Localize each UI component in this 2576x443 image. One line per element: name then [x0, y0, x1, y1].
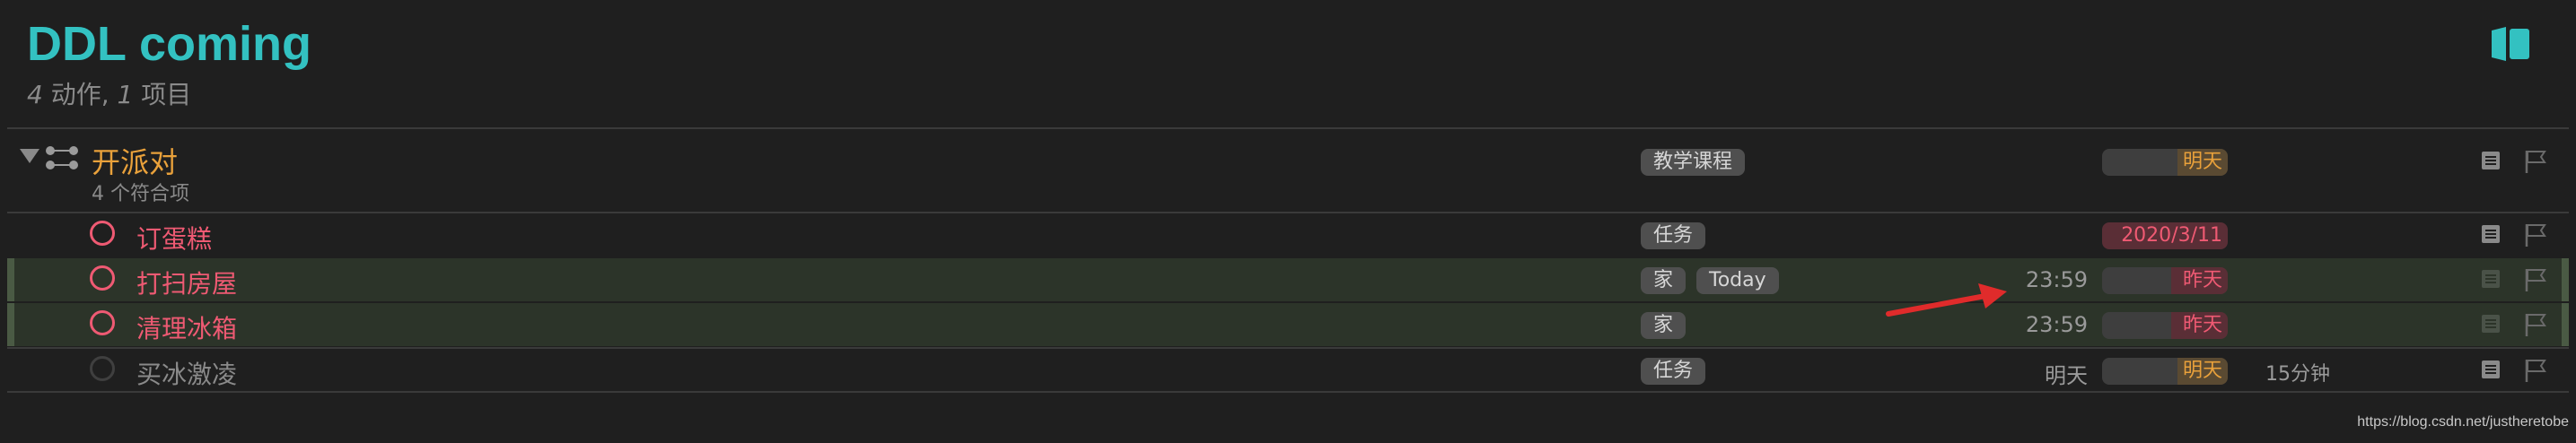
flag-icon[interactable] [2524, 358, 2547, 383]
triangle-down-icon[interactable] [20, 149, 39, 163]
project-due[interactable]: 明天 [2102, 149, 2228, 176]
note-icon[interactable] [2481, 314, 2501, 334]
task-title[interactable]: 清理冰箱 [136, 309, 237, 345]
task-tag[interactable]: 任务 [1641, 358, 1706, 385]
note-icon[interactable] [2481, 269, 2501, 289]
task-row[interactable]: 买冰激凌 任务 明天 明天 15分钟 [7, 349, 2569, 392]
task-checkbox[interactable] [90, 356, 115, 381]
task-title[interactable]: 买冰激凌 [136, 355, 237, 391]
sequential-project-icon [46, 146, 78, 169]
flag-icon[interactable] [2524, 149, 2547, 174]
project-title[interactable]: 开派对 [92, 140, 178, 181]
action-count: 4 [27, 80, 43, 109]
task-tag[interactable]: 家 [1641, 267, 1687, 294]
task-estimate[interactable]: 15分钟 [2265, 358, 2330, 387]
task-row[interactable]: 打扫房屋 家 Today 23:59 昨天 [7, 258, 2569, 301]
header-divider [7, 127, 2569, 129]
project-tag[interactable]: 教学课程 [1641, 149, 1746, 176]
task-time: 23:59 [2025, 267, 2088, 292]
perspective-subtitle: 4 动作, 1 项目 [27, 75, 191, 111]
row-divider [7, 391, 2569, 393]
sidebar-toggle-icon[interactable] [2488, 25, 2533, 63]
note-icon[interactable] [2481, 360, 2501, 379]
actions-label: 动作, [42, 80, 118, 109]
task-checkbox[interactable] [90, 310, 115, 335]
task-due[interactable]: 2020/3/11 [2102, 222, 2228, 249]
task-due[interactable]: 明天 [2102, 358, 2228, 385]
flag-icon[interactable] [2524, 312, 2547, 337]
task-title[interactable]: 订蛋糕 [136, 220, 212, 256]
task-due[interactable]: 昨天 [2102, 312, 2228, 339]
project-match-count: 4 个符合项 [92, 183, 189, 205]
task-title[interactable]: 打扫房屋 [136, 265, 237, 300]
perspective-header: DDL coming 4 动作, 1 项目 [0, 0, 2576, 127]
task-checkbox[interactable] [90, 221, 115, 246]
task-defer: 明天 [2045, 363, 2088, 388]
projects-label: 项目 [133, 80, 192, 109]
annotation-arrow-icon [1886, 283, 2007, 317]
project-count: 1 [117, 80, 134, 109]
task-tag[interactable]: Today [1696, 267, 1779, 294]
task-due[interactable]: 昨天 [2102, 267, 2228, 294]
flag-icon[interactable] [2524, 267, 2547, 292]
task-checkbox[interactable] [90, 265, 115, 291]
note-icon[interactable] [2481, 151, 2501, 170]
task-time: 23:59 [2025, 312, 2088, 337]
task-row[interactable]: 订蛋糕 任务 2020/3/11 [7, 213, 2569, 256]
task-tag[interactable]: 任务 [1641, 222, 1706, 249]
task-row[interactable]: 清理冰箱 家 23:59 昨天 [7, 303, 2569, 346]
project-row[interactable]: 开派对 4 个符合项 教学课程 明天 [7, 131, 2569, 212]
perspective-title: DDL coming [27, 17, 312, 71]
watermark: https://blog.csdn.net/justheretobe [2357, 414, 2569, 430]
flag-icon[interactable] [2524, 222, 2547, 248]
note-icon[interactable] [2481, 224, 2501, 244]
task-tag[interactable]: 家 [1641, 312, 1687, 339]
